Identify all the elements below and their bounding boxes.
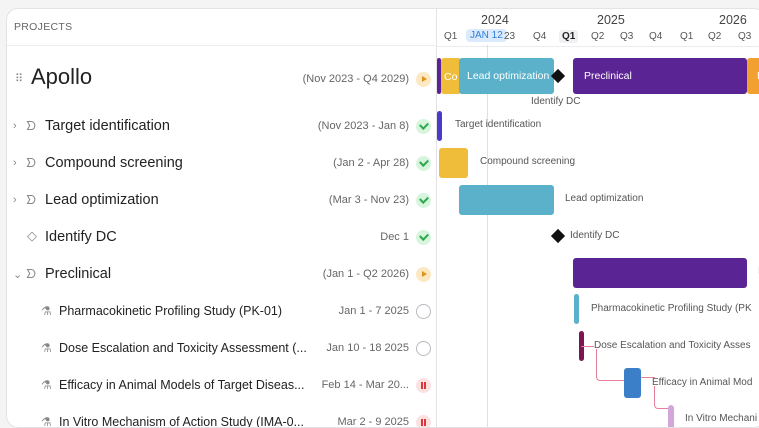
bar-in-vitro[interactable] xyxy=(668,405,674,427)
bar-caption: Lead optimization xyxy=(565,193,644,204)
year-label: 2026 xyxy=(719,13,747,27)
task-date-range: Jan 10 - 18 2025 xyxy=(326,342,409,354)
bar-caption: Pharmacokinetic Profiling Study (PK xyxy=(591,303,752,314)
task-date-range: Mar 2 - 9 2025 xyxy=(337,416,409,428)
flask-icon: ⚗ xyxy=(41,378,52,392)
task-row-efficacy[interactable]: ⚗ Efficacy in Animal Models of Target Di… xyxy=(7,367,437,404)
task-row-dose-escalation[interactable]: ⚗ Dose Escalation and Toxicity Assessmen… xyxy=(7,330,437,367)
group-name: Compound screening xyxy=(45,155,183,171)
group-date-range: (Mar 3 - Nov 23) xyxy=(328,194,409,206)
quarter-label: Q4 xyxy=(649,31,663,42)
chevron-right-icon[interactable]: › xyxy=(13,157,23,169)
project-name: Apollo xyxy=(31,64,93,89)
grid-icon: ⠿ xyxy=(15,73,24,85)
bar-pk-01[interactable] xyxy=(574,294,579,324)
bar-label: Co xyxy=(444,71,458,83)
group-row-compound-screening[interactable]: › ᗤ Compound screening (Jan 2 - Apr 28) xyxy=(7,145,437,182)
sprint-icon: ᗤ xyxy=(26,193,36,207)
dependency-arrow xyxy=(596,349,624,381)
bar-caption: Target identification xyxy=(455,119,542,130)
projects-header: PROJECTS xyxy=(7,9,437,46)
gantt-app: PROJECTS ⠿ Apollo (Nov 2023 - Q4 2029) ›… xyxy=(6,8,759,428)
task-date-range: Jan 1 - 7 2025 xyxy=(338,305,409,317)
bar-target-identification[interactable] xyxy=(437,111,442,141)
bar-label: Lead optimization xyxy=(467,70,550,82)
quarter-label: Q2 xyxy=(591,31,605,42)
group-row-preclinical[interactable]: ⌄ ᗤ Preclinical (Jan 1 - Q2 2026) xyxy=(7,256,437,293)
bar-label: Preclinical xyxy=(584,70,632,82)
milestone-diamond-icon: ◇ xyxy=(27,228,37,243)
chevron-down-icon[interactable]: ⌄ xyxy=(13,269,23,281)
status-done-icon[interactable] xyxy=(416,119,431,134)
status-done-icon[interactable] xyxy=(416,193,431,208)
milestone-name: Identify DC xyxy=(45,229,117,245)
quarter-label: Q2 xyxy=(708,31,722,42)
group-name: Lead optimization xyxy=(45,192,159,208)
task-name: Dose Escalation and Toxicity Assessment … xyxy=(59,341,307,355)
today-line xyxy=(487,45,488,427)
status-paused-icon[interactable] xyxy=(416,415,431,427)
project-date-range: (Nov 2023 - Q4 2029) xyxy=(302,73,409,85)
dependency-arrow xyxy=(581,346,594,347)
status-in-progress-icon[interactable] xyxy=(416,72,431,87)
status-done-icon[interactable] xyxy=(416,156,431,171)
flask-icon: ⚗ xyxy=(41,415,52,428)
task-row-in-vitro[interactable]: ⚗ In Vitro Mechanism of Action Study (IM… xyxy=(7,404,437,428)
status-todo-icon[interactable] xyxy=(416,304,431,319)
dependency-arrow xyxy=(654,386,668,409)
year-label: 2025 xyxy=(597,13,625,27)
group-row-target-identification[interactable]: › ᗤ Target identification (Nov 2023 - Ja… xyxy=(7,108,437,145)
timeline-header-divider xyxy=(437,46,759,47)
quarter-label-current: Q1 xyxy=(559,30,579,43)
flask-icon: ⚗ xyxy=(41,341,52,355)
flask-icon: ⚗ xyxy=(41,304,52,318)
bar-compound-screening[interactable] xyxy=(439,148,468,178)
chevron-right-icon[interactable]: › xyxy=(13,120,23,132)
group-date-range: (Jan 2 - Apr 28) xyxy=(333,157,409,169)
task-date-range: Feb 14 - Mar 20... xyxy=(321,379,409,391)
quarter-label: Q1 xyxy=(680,31,694,42)
quarter-label: Q4 xyxy=(533,31,547,42)
quarter-label: 23 xyxy=(504,31,516,42)
project-row-apollo[interactable]: ⠿ Apollo (Nov 2023 - Q4 2029) xyxy=(7,58,437,98)
group-name: Target identification xyxy=(45,118,170,134)
milestone-label: Identify DC xyxy=(531,96,581,107)
task-name: Pharmacokinetic Profiling Study (PK-01) xyxy=(59,304,283,318)
quarter-label: Q3 xyxy=(620,31,634,42)
sprint-icon: ᗤ xyxy=(26,156,36,170)
task-row-pk-01[interactable]: ⚗ Pharmacokinetic Profiling Study (PK-01… xyxy=(7,293,437,330)
group-row-lead-optimization[interactable]: › ᗤ Lead optimization (Mar 3 - Nov 23) xyxy=(7,182,437,219)
year-label: 2024 xyxy=(481,13,509,27)
chevron-right-icon[interactable]: › xyxy=(13,194,23,206)
bar-preclinical[interactable] xyxy=(573,258,747,288)
sprint-icon: ᗤ xyxy=(26,119,36,133)
sprint-icon: ᗤ xyxy=(26,267,36,281)
bar-efficacy[interactable] xyxy=(624,368,641,398)
status-todo-icon[interactable] xyxy=(416,341,431,356)
task-name: In Vitro Mechanism of Action Study (IMA-… xyxy=(59,415,305,428)
bar-caption: Identify DC xyxy=(570,230,620,241)
status-paused-icon[interactable] xyxy=(416,378,431,393)
milestone-date: Dec 1 xyxy=(380,231,409,243)
project-tree-panel: PROJECTS ⠿ Apollo (Nov 2023 - Q4 2029) ›… xyxy=(7,9,437,427)
status-done-icon[interactable] xyxy=(416,230,431,245)
today-badge[interactable]: JAN 12 xyxy=(466,29,507,42)
quarter-label: Q1 xyxy=(444,31,458,42)
bar-lead-optimization[interactable] xyxy=(459,185,554,215)
milestone-row-identify-dc[interactable]: ◇ Identify DC Dec 1 xyxy=(7,219,437,256)
gantt-timeline: 2024 2025 2026 Q1 JAN 12 23 Q4 Q1 Q2 Q3 … xyxy=(437,9,759,427)
status-in-progress-icon[interactable] xyxy=(416,267,431,282)
group-date-range: (Nov 2023 - Jan 8) xyxy=(317,120,409,132)
group-name: Preclinical xyxy=(45,266,112,282)
bar-caption: Compound screening xyxy=(480,156,576,167)
task-name: Efficacy in Animal Models of Target Dise… xyxy=(59,378,305,392)
group-date-range: (Jan 1 - Q2 2026) xyxy=(322,268,409,280)
milestone-diamond[interactable] xyxy=(550,228,566,244)
quarter-label: Q3 xyxy=(738,31,752,42)
